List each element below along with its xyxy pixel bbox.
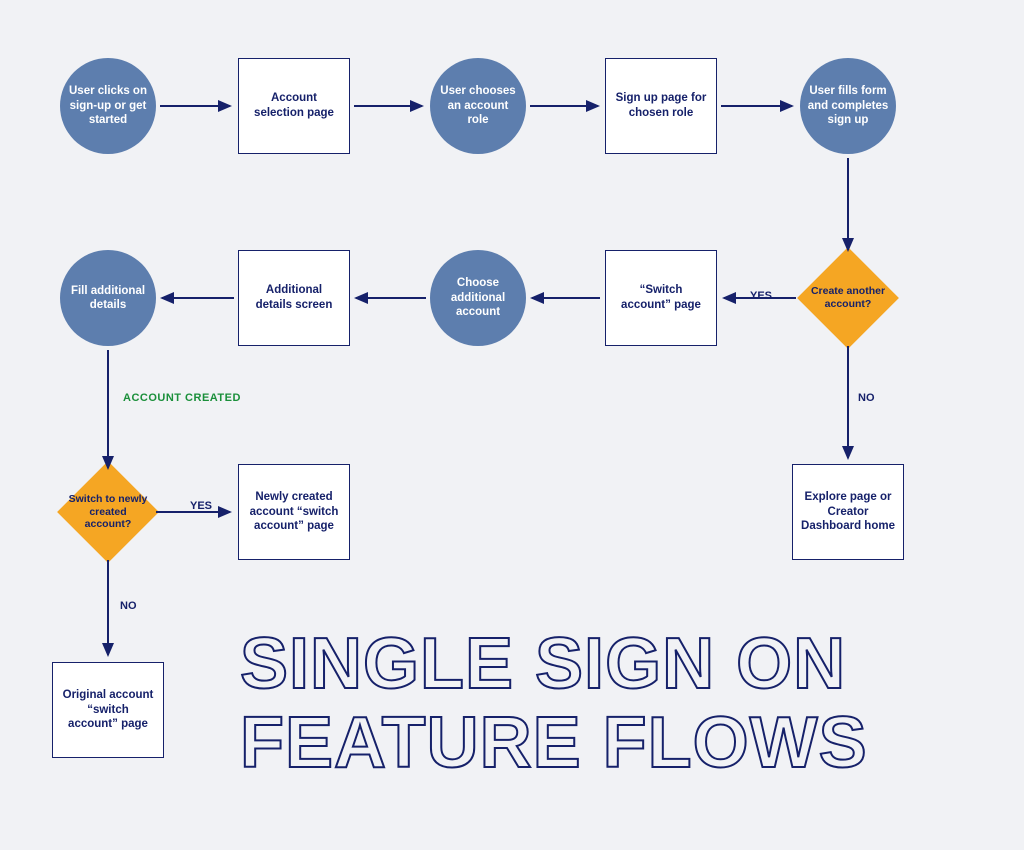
node-user-chooses-role: User chooses an account role [430,58,526,154]
edge-label-no-switch: NO [120,600,137,612]
edge-label-yes-create: YES [750,290,772,302]
node-signup-page-for-role: Sign up page for chosen role [605,58,717,154]
node-switch-account-page: “Switch account” page [605,250,717,346]
node-original-switch-page: Original account “switch account” page [52,662,164,758]
edge-label-account-created: ACCOUNT CREATED [123,392,241,404]
edge-label-yes-switch: YES [190,500,212,512]
node-newly-created-switch-page: Newly created account “switch account” p… [238,464,350,560]
edge-label-no-create: NO [858,392,875,404]
node-choose-additional-account: Choose additional account [430,250,526,346]
node-switch-to-new-account-decision: Switch to newly created account? [58,462,158,562]
node-additional-details-screen: Additional details screen [238,250,350,346]
node-user-fills-form: User fills form and completes sign up [800,58,896,154]
node-account-selection-page: Account selection page [238,58,350,154]
node-user-clicks-signup: User clicks on sign-up or get started [60,58,156,154]
node-explore-or-dashboard: Explore page or Creator Dashboard home [792,464,904,560]
node-fill-additional-details: Fill additional details [60,250,156,346]
diagram-title: SINGLE SIGN ON FEATURE FLOWS [240,625,868,783]
node-create-another-account-decision: Create another account? [798,248,898,348]
flowchart-canvas: User clicks on sign-up or get started Ac… [0,0,1024,850]
